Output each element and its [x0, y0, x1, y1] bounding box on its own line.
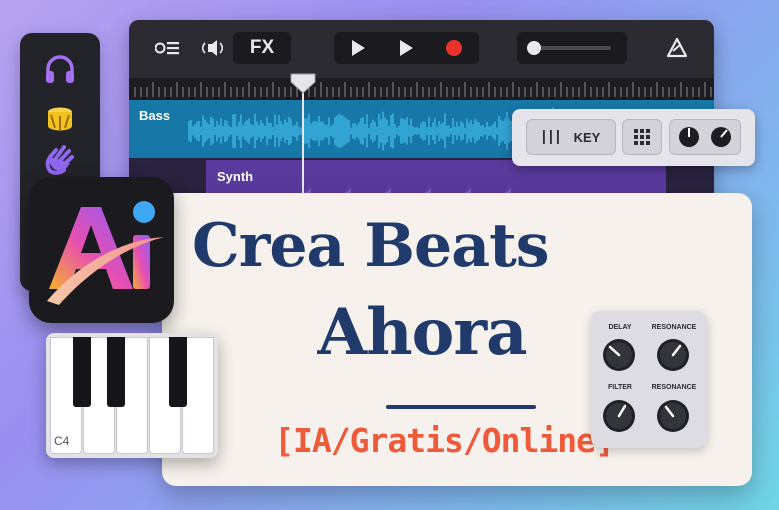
delay-knob[interactable] [602, 338, 636, 372]
bars-icon [542, 130, 559, 144]
piano-keyboard: C4 [46, 333, 218, 458]
speaker-icon[interactable] [199, 36, 225, 60]
knob-label-resonance-1: RESONANCE [651, 324, 697, 331]
play-icon[interactable] [348, 39, 368, 57]
knob-label-filter: FILTER [608, 384, 632, 391]
headline-line-2: Ahora [317, 295, 527, 370]
black-key-fs4[interactable] [169, 337, 187, 407]
list-icon[interactable] [155, 36, 181, 60]
key-label: KEY [573, 129, 601, 145]
metronome-icon[interactable] [663, 36, 691, 60]
knob-label-resonance-2: RESONANCE [651, 384, 697, 391]
effects-knobs-panel: DELAY RESONANCE FILTER RESONANCE [591, 311, 707, 448]
daw-toolbar: FX [129, 20, 714, 78]
drum-icon[interactable] [42, 101, 78, 137]
black-key-cs4[interactable] [73, 337, 91, 407]
timeline-ruler[interactable] [129, 78, 714, 100]
note-label-c4: C4 [54, 434, 70, 448]
playhead-handle[interactable] [289, 72, 317, 94]
black-key-ds4[interactable] [107, 337, 125, 407]
hand-icon[interactable] [42, 141, 78, 177]
grid-icon [634, 129, 650, 145]
knob-pair-button[interactable] [669, 119, 741, 155]
ai-logo-graphic [47, 201, 164, 305]
ai-logo [29, 177, 174, 323]
play-alt-icon[interactable] [396, 39, 416, 57]
record-icon[interactable] [444, 39, 464, 57]
slider-knob[interactable] [527, 41, 541, 55]
grid-button[interactable] [622, 119, 662, 155]
key-panel: KEY [512, 109, 755, 166]
slider-track-line [531, 46, 611, 50]
knob-pair-icon [679, 127, 731, 147]
headphones-icon[interactable] [42, 51, 78, 87]
transport-controls [334, 32, 479, 64]
headline-underline [386, 405, 536, 409]
playhead[interactable] [302, 82, 304, 200]
knob-label-delay: DELAY [608, 324, 632, 331]
resonance-knob-1[interactable] [656, 338, 690, 372]
filter-knob[interactable] [602, 399, 636, 433]
volume-slider[interactable] [517, 32, 627, 64]
headline-line-1: Crea Beats [192, 211, 550, 281]
fx-button[interactable]: FX [233, 32, 291, 64]
resonance-knob-2[interactable] [656, 399, 690, 433]
key-button[interactable]: KEY [526, 119, 616, 155]
